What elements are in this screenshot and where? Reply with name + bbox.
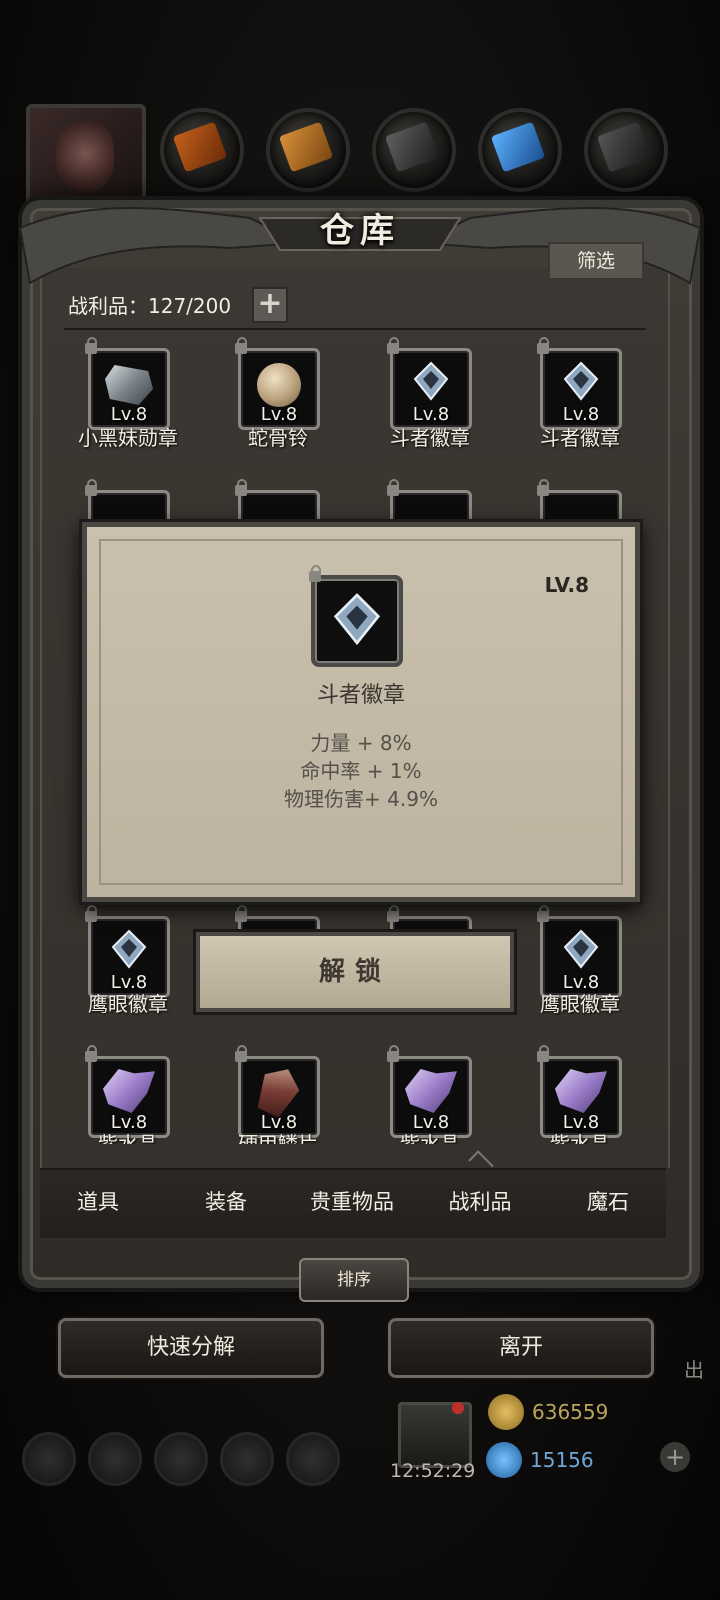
iron-icon xyxy=(384,121,440,173)
popup-item-slot xyxy=(309,565,403,667)
item-name: 紫水晶 xyxy=(400,1132,460,1144)
gold-coin-icon xyxy=(488,1394,524,1430)
side-label: 出 xyxy=(684,1358,704,1382)
crystal-icon xyxy=(103,1069,155,1113)
countdown-timer: 12:52:29 xyxy=(390,1460,476,1482)
lock-icon xyxy=(387,337,399,354)
item-name: 鹰眼徽章 xyxy=(88,992,168,1016)
stone-icon xyxy=(596,121,652,173)
ore-icon xyxy=(172,121,228,173)
resource-icon-2[interactable] xyxy=(266,108,350,192)
notification-dot xyxy=(452,1402,464,1414)
item-slot[interactable]: Lv.8 xyxy=(235,337,320,430)
item-slot[interactable]: Lv.8 xyxy=(85,337,170,430)
stat-line: 力量 + 8% xyxy=(310,731,412,755)
lock-icon xyxy=(387,1045,399,1062)
quick-decompose-button[interactable]: 快速分解 xyxy=(58,1318,324,1378)
lock-icon xyxy=(537,905,549,922)
item-slot[interactable]: Lv.8 xyxy=(85,905,170,998)
lock-icon xyxy=(537,479,549,496)
lock-icon xyxy=(387,905,399,922)
badge-icon xyxy=(333,593,381,646)
lock-icon xyxy=(85,479,97,496)
tab-equipment[interactable]: 装备 xyxy=(166,1186,286,1216)
item-slot[interactable]: Lv.8 xyxy=(537,337,622,430)
crystal-icon xyxy=(555,1069,607,1113)
diamond-icon xyxy=(486,1442,522,1478)
tab-items[interactable]: 道具 xyxy=(38,1186,158,1216)
stat-line: 物理伤害+ 4.9% xyxy=(284,787,438,811)
item-slot[interactable]: Lv.8 xyxy=(387,1045,472,1138)
item-slot[interactable]: Lv.8 xyxy=(235,1045,320,1138)
badge-icon xyxy=(111,929,147,969)
leave-button[interactable]: 离开 xyxy=(388,1318,654,1378)
gem-amount: 15156 xyxy=(530,1448,594,1472)
tab-magic-stones[interactable]: 魔石 xyxy=(548,1186,668,1216)
gem-shard-icon xyxy=(105,365,153,405)
item-slot[interactable]: Lv.8 xyxy=(85,1045,170,1138)
stat-line: 命中率 + 1% xyxy=(300,759,422,783)
lock-icon xyxy=(235,905,247,922)
hud-menu-icon[interactable] xyxy=(22,1432,76,1486)
sort-button[interactable]: 排序 xyxy=(299,1258,409,1302)
item-name: 紫水晶 xyxy=(550,1132,610,1144)
item-name: 斗者徽章 xyxy=(390,426,470,450)
wood-icon xyxy=(278,121,334,173)
hud-settings-icon[interactable] xyxy=(286,1432,340,1486)
crystal-icon xyxy=(405,1069,457,1113)
unlock-button[interactable]: 解锁 xyxy=(196,932,514,1012)
lock-icon xyxy=(85,905,97,922)
resource-icon-3[interactable] xyxy=(372,108,456,192)
lock-icon xyxy=(309,565,321,582)
hero-face xyxy=(56,122,114,192)
hud-star-icon[interactable] xyxy=(88,1432,142,1486)
resource-icon-1[interactable] xyxy=(160,108,244,192)
hud-mail-icon[interactable] xyxy=(220,1432,274,1486)
lock-icon xyxy=(235,1045,247,1062)
filter-button[interactable]: 筛选 xyxy=(548,242,644,280)
lock-icon xyxy=(537,1045,549,1062)
item-name: 鹰眼徽章 xyxy=(540,992,620,1016)
popup-level: LV.8 xyxy=(544,573,589,597)
item-detail-popup: LV.8 斗者徽章 力量 + 8% 命中率 + 1% 物理伤害+ 4.9% xyxy=(82,522,640,902)
hud-quest-icon[interactable] xyxy=(154,1432,208,1486)
lock-icon xyxy=(85,337,97,354)
item-name: 小黑妹勋章 xyxy=(78,426,178,450)
tab-loot[interactable]: 战利品 xyxy=(420,1186,540,1216)
item-name: 斗者徽章 xyxy=(540,426,620,450)
resource-icon-4[interactable] xyxy=(478,108,562,192)
item-slot[interactable]: Lv.8 xyxy=(537,1045,622,1138)
lock-icon xyxy=(387,479,399,496)
divider xyxy=(64,328,646,330)
tab-valuables[interactable]: 贵重物品 xyxy=(292,1186,412,1216)
crystal-resource-icon xyxy=(490,121,546,173)
hero-portrait[interactable] xyxy=(26,104,146,212)
badge-icon xyxy=(563,361,599,401)
expand-capacity-button[interactable]: + xyxy=(252,287,288,323)
add-currency-button[interactable]: + xyxy=(660,1442,690,1472)
lock-icon xyxy=(235,337,247,354)
badge-icon xyxy=(563,929,599,969)
popup-item-name: 斗者徽章 xyxy=(316,683,405,708)
item-slot[interactable]: Lv.8 xyxy=(387,337,472,430)
badge-icon xyxy=(413,361,449,401)
item-name: 紫水晶 xyxy=(98,1132,158,1144)
item-name: 硬甲鳞片 xyxy=(238,1132,318,1144)
lock-icon xyxy=(235,479,247,496)
loot-capacity-label: 战利品：127/200 xyxy=(68,294,232,318)
gold-amount: 636559 xyxy=(532,1400,609,1424)
lock-icon xyxy=(537,337,549,354)
resource-icon-5[interactable] xyxy=(584,108,668,192)
lock-icon xyxy=(85,1045,97,1062)
item-slot[interactable]: Lv.8 xyxy=(537,905,622,998)
item-name: 蛇骨铃 xyxy=(248,426,308,450)
bone-bell-icon xyxy=(257,363,301,407)
